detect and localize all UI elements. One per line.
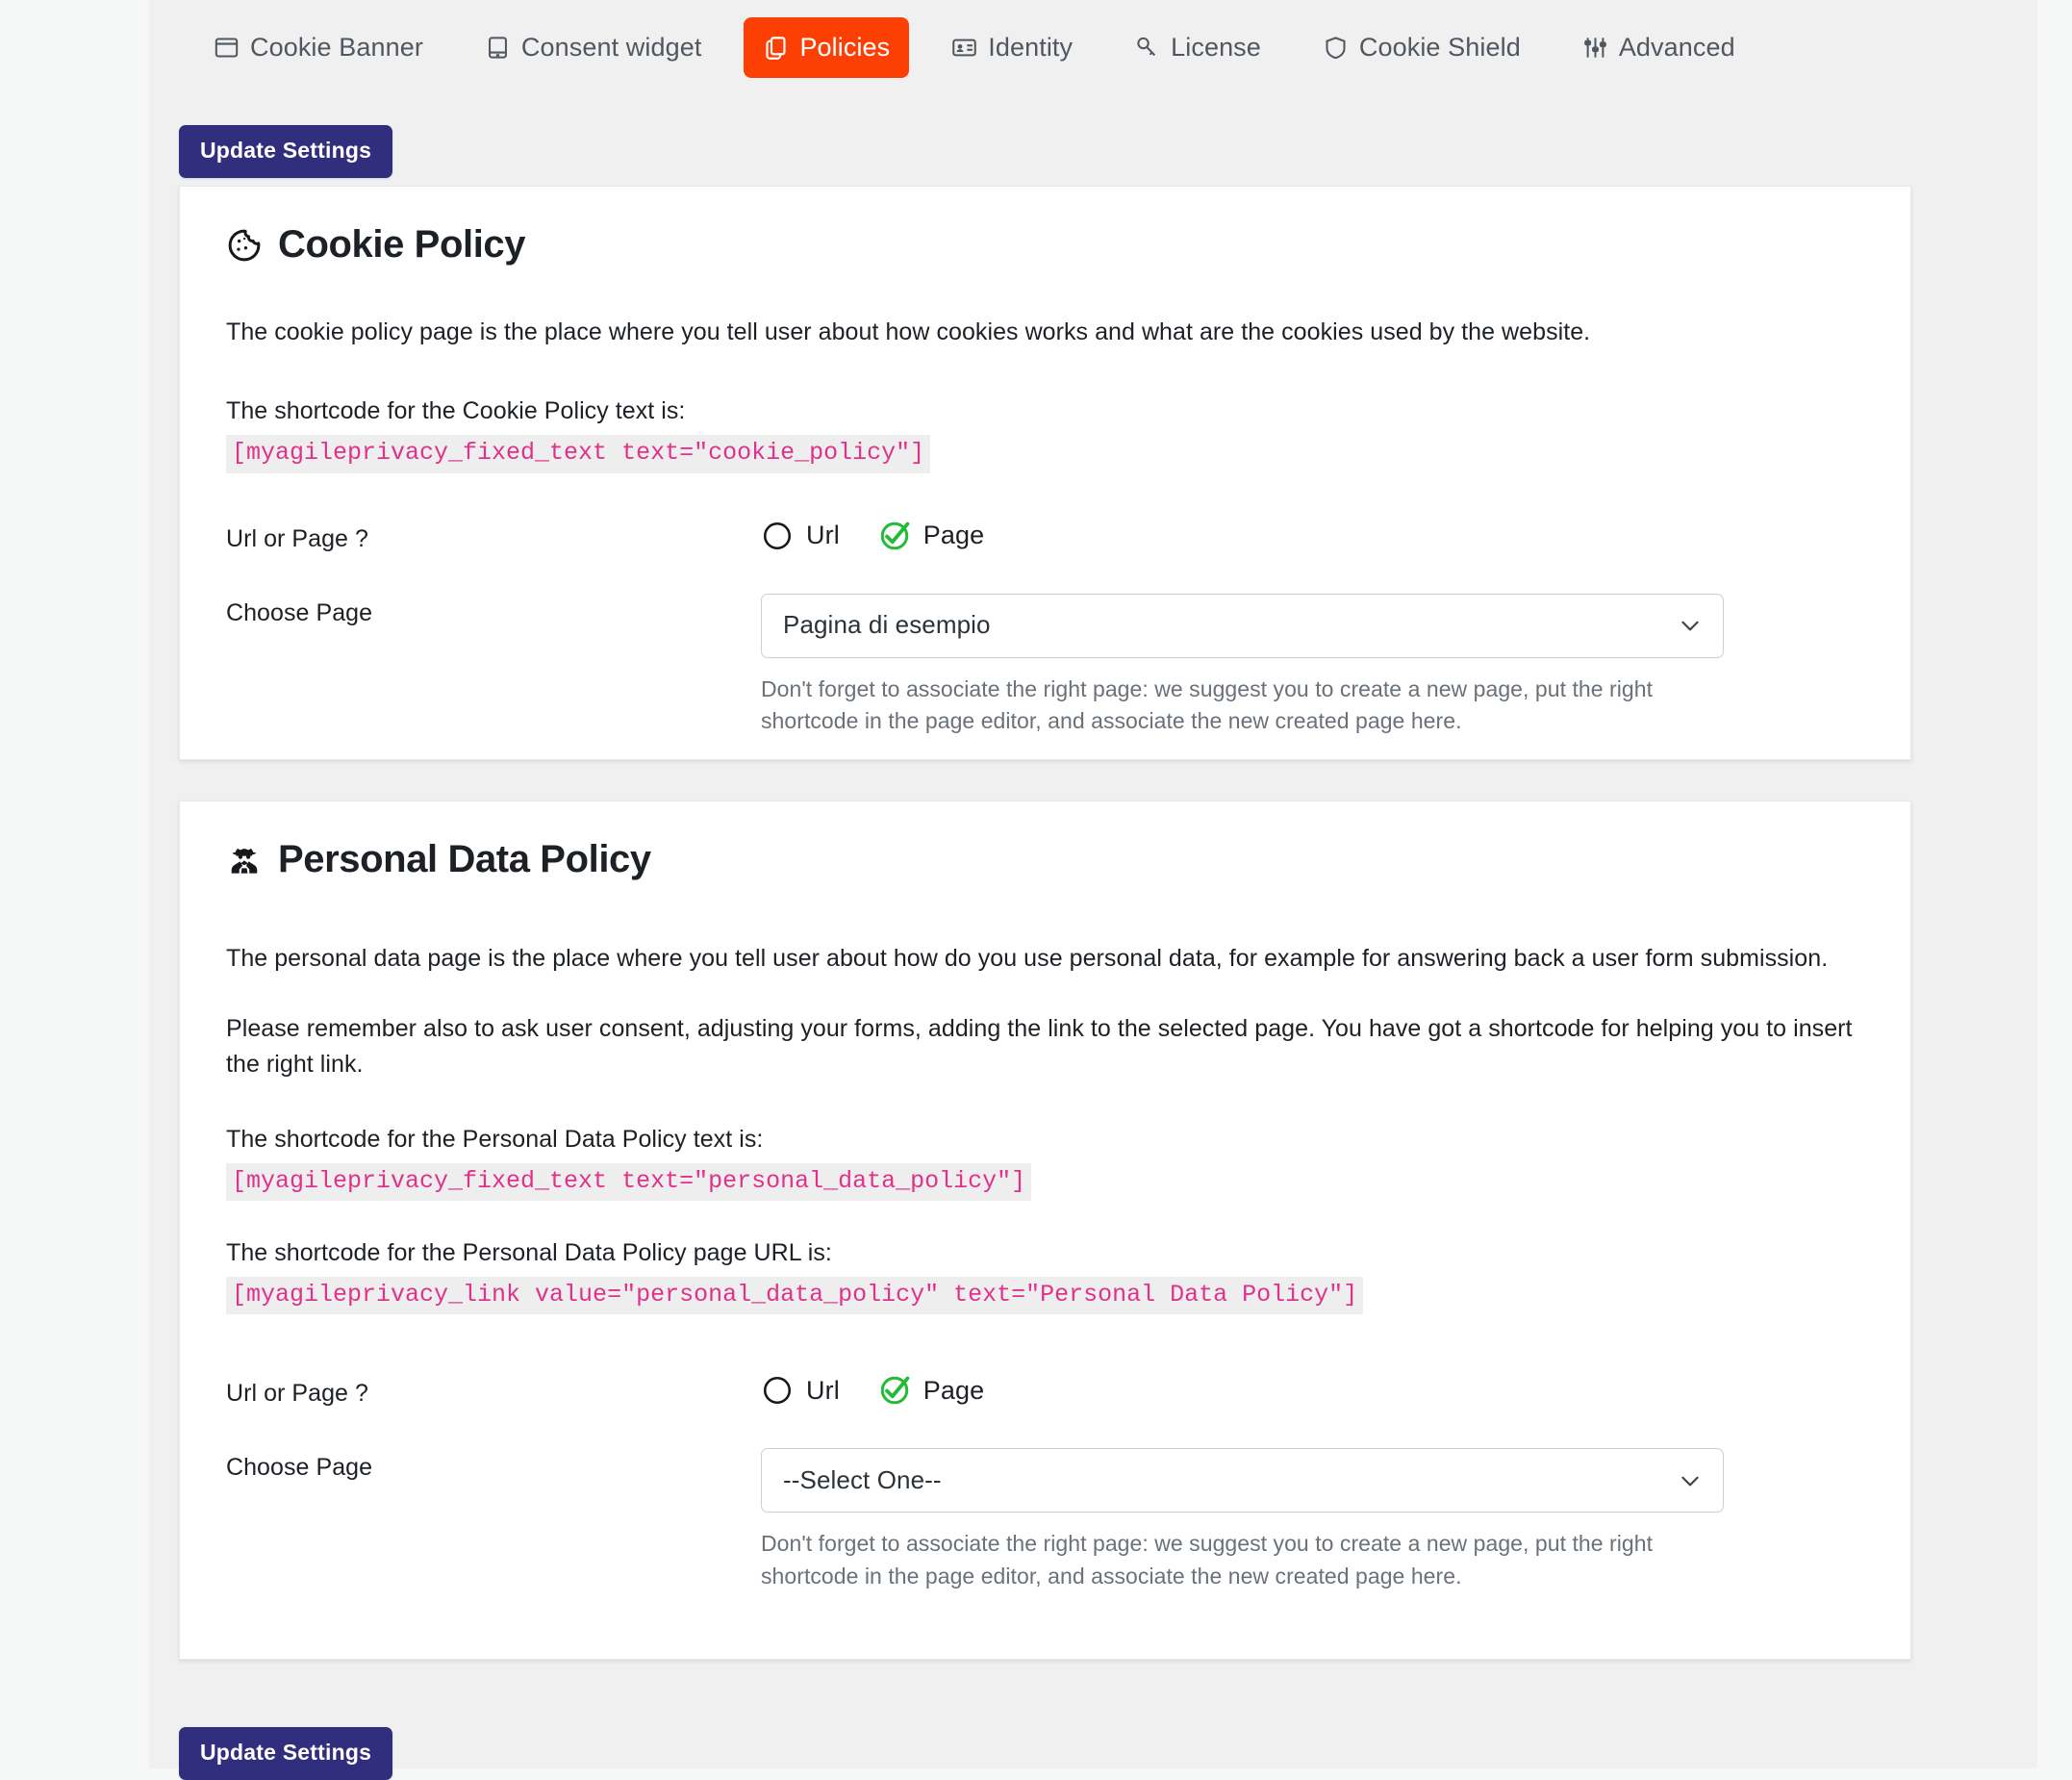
- tab-identity[interactable]: Identity: [932, 17, 1092, 78]
- cookie-url-or-page-label: Url or Page ?: [226, 524, 368, 552]
- cookie-shortcode-value[interactable]: [myagileprivacy_fixed_text text="cookie_…: [226, 435, 931, 473]
- cookie-choose-page-label: Choose Page: [226, 598, 373, 626]
- tab-label: License: [1171, 32, 1261, 62]
- personal-radio-page[interactable]: Page: [878, 1374, 984, 1407]
- cookie-page-select[interactable]: Pagina di esempio: [761, 593, 1724, 658]
- shield-icon: [1323, 35, 1349, 61]
- personal-radio-url[interactable]: Url: [761, 1374, 840, 1407]
- radio-label: Page: [922, 521, 985, 549]
- cookie-shortcode-label: The shortcode for the Cookie Policy text…: [226, 397, 686, 425]
- window-icon: [214, 35, 240, 61]
- cookie-policy-description: The cookie policy page is the place wher…: [226, 318, 1591, 345]
- settings-tabbar: Cookie Banner Consent widget Policies Id…: [149, 0, 2037, 94]
- cookie-icon: [226, 227, 263, 264]
- cookie-policy-card: Cookie Policy The cookie policy page is …: [179, 186, 1911, 760]
- tab-label: Cookie Banner: [250, 32, 423, 62]
- card-title-text: Personal Data Policy: [278, 838, 651, 880]
- tab-license[interactable]: License: [1115, 17, 1280, 78]
- personal-data-policy-card: Personal Data Policy The personal data p…: [179, 801, 1911, 1660]
- radio-label: Url: [806, 521, 840, 549]
- tab-label: Advanced: [1618, 32, 1735, 62]
- tab-advanced[interactable]: Advanced: [1563, 17, 1755, 78]
- id-card-icon: [951, 35, 977, 61]
- tab-label: Cookie Shield: [1358, 32, 1521, 62]
- tab-cookie-shield[interactable]: Cookie Shield: [1303, 17, 1540, 78]
- update-settings-button-top[interactable]: Update Settings: [179, 125, 393, 178]
- cookie-policy-title: Cookie Policy: [226, 187, 1864, 267]
- personal-data-policy-title: Personal Data Policy: [226, 801, 1864, 881]
- tab-policies[interactable]: Policies: [744, 16, 910, 78]
- copy-icon: [763, 35, 789, 61]
- personal-data-description-2: Please remember also to ask user consent…: [226, 1015, 1853, 1078]
- cookie-radio-url[interactable]: Url: [761, 520, 840, 552]
- tab-consent-widget[interactable]: Consent widget: [466, 17, 721, 78]
- cookie-url-or-page-radiogroup: Url Page: [761, 520, 1864, 552]
- personal-data-description-1: The personal data page is the place wher…: [226, 945, 1829, 972]
- card-title-text: Cookie Policy: [278, 223, 526, 266]
- personal-url-or-page-label: Url or Page ?: [226, 1380, 368, 1408]
- detective-icon: [226, 842, 263, 878]
- radio-unchecked-icon: [761, 1374, 794, 1407]
- personal-url-or-page-row: Url or Page ? Url Page: [226, 1374, 1864, 1408]
- personal-shortcode-url-value[interactable]: [myagileprivacy_link value="personal_dat…: [226, 1277, 1364, 1315]
- mobile-icon: [485, 35, 511, 61]
- personal-shortcode-text-value[interactable]: [myagileprivacy_fixed_text text="persona…: [226, 1162, 1032, 1201]
- tab-label: Policies: [799, 32, 891, 62]
- radio-unchecked-icon: [761, 520, 794, 552]
- tab-label: Consent widget: [520, 32, 702, 62]
- personal-choose-page-label: Choose Page: [226, 1454, 373, 1482]
- cookie-page-hint: Don't forget to associate the right page…: [761, 675, 1654, 733]
- update-settings-button-bottom[interactable]: Update Settings: [179, 1727, 393, 1780]
- cookie-url-or-page-row: Url or Page ? Url Page: [226, 520, 1864, 553]
- personal-url-or-page-radiogroup: Url Page: [761, 1374, 1864, 1407]
- cookie-radio-page[interactable]: Page: [878, 520, 984, 552]
- personal-shortcode-url-label: The shortcode for the Personal Data Poli…: [226, 1239, 832, 1266]
- radio-label: Url: [806, 1375, 840, 1405]
- personal-shortcode-text-label: The shortcode for the Personal Data Poli…: [226, 1125, 764, 1153]
- tab-label: Identity: [988, 32, 1074, 62]
- sliders-icon: [1582, 35, 1608, 61]
- personal-page-select-wrap: --Select One--: [761, 1448, 1724, 1513]
- radio-checked-icon: [878, 1374, 911, 1407]
- radio-label: Page: [922, 1375, 985, 1405]
- radio-checked-icon: [878, 520, 911, 552]
- personal-page-select[interactable]: --Select One--: [761, 1448, 1724, 1513]
- cookie-page-select-wrap: Pagina di esempio: [761, 593, 1724, 658]
- cookie-choose-page-row: Choose Page Pagina di esempio Don't forg…: [226, 593, 1864, 738]
- personal-page-hint: Don't forget to associate the right page…: [761, 1531, 1654, 1589]
- tab-cookie-banner[interactable]: Cookie Banner: [194, 17, 442, 78]
- page-root: Cookie Banner Consent widget Policies Id…: [0, 0, 2072, 1780]
- personal-choose-page-row: Choose Page --Select One-- Don't forget …: [226, 1448, 1864, 1592]
- key-icon: [1134, 35, 1160, 61]
